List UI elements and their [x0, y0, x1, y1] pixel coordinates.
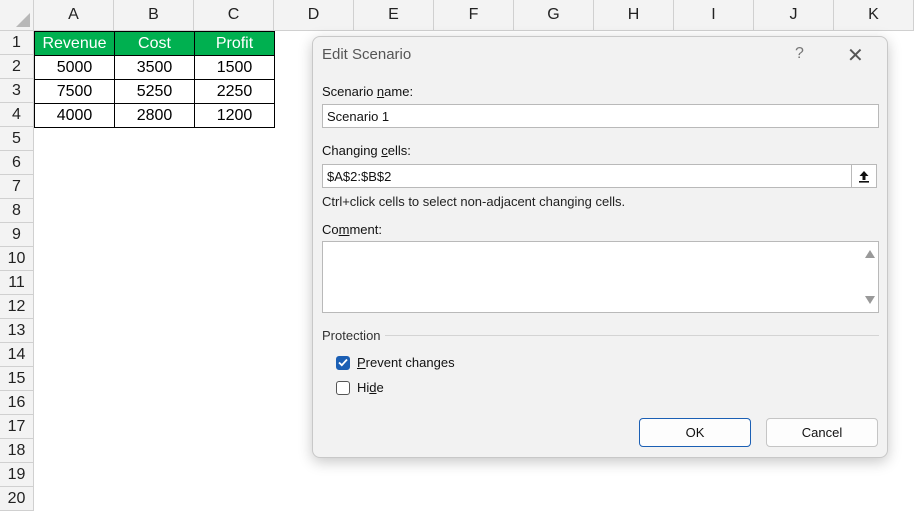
table-cell[interactable]: 2800: [114, 103, 195, 128]
table-cell[interactable]: 1500: [194, 55, 275, 80]
header-cell-profit[interactable]: Profit: [194, 31, 275, 56]
row-header-14[interactable]: 14: [0, 343, 34, 367]
comment-textarea[interactable]: [322, 241, 879, 313]
table-cell[interactable]: 1200: [194, 103, 275, 128]
table-cell[interactable]: 3500: [114, 55, 195, 80]
upload-arrow-icon: [859, 170, 869, 183]
comment-scrollbar[interactable]: [860, 242, 878, 312]
row-header-8[interactable]: 8: [0, 199, 34, 223]
column-header-g[interactable]: G: [514, 0, 594, 31]
changing-cells-hint: Ctrl+click cells to select non-adjacent …: [322, 194, 626, 209]
row-header-16[interactable]: 16: [0, 391, 34, 415]
hide-check-box[interactable]: [336, 380, 350, 395]
row-header-19[interactable]: 19: [0, 463, 34, 487]
row-header-5[interactable]: 5: [0, 127, 34, 151]
protection-section-label: Protection: [322, 328, 381, 343]
data-table: Revenue Cost Profit 5000 3500 1500 7500 …: [34, 31, 275, 128]
row-header-7[interactable]: 7: [0, 175, 34, 199]
table-cell[interactable]: 4000: [34, 103, 115, 128]
column-header-b[interactable]: B: [114, 0, 194, 31]
protection-divider: [385, 335, 879, 336]
row-header-1[interactable]: 1: [0, 31, 34, 55]
help-icon[interactable]: ?: [795, 45, 804, 63]
column-header-d[interactable]: D: [274, 0, 354, 31]
header-cell-revenue[interactable]: Revenue: [34, 31, 115, 56]
prevent-changes-label-accel: P: [357, 355, 366, 370]
table-row: 5000 3500 1500: [34, 55, 275, 80]
scenario-name-label-pre: Scenario: [322, 84, 377, 99]
column-header-i[interactable]: I: [674, 0, 754, 31]
scenario-name-label-post: ame:: [384, 84, 414, 99]
column-header-c[interactable]: C: [194, 0, 274, 31]
column-header-k[interactable]: K: [834, 0, 914, 31]
row-header-9[interactable]: 9: [0, 223, 34, 247]
table-cell[interactable]: 2250: [194, 79, 275, 104]
column-header-a[interactable]: A: [34, 0, 114, 31]
prevent-changes-checkbox[interactable]: Prevent changes: [336, 355, 455, 370]
table-header-row: Revenue Cost Profit: [34, 31, 275, 56]
table-cell[interactable]: 5250: [114, 79, 195, 104]
row-header-15[interactable]: 15: [0, 367, 34, 391]
hide-label-post: e: [376, 380, 384, 395]
row-header-12[interactable]: 12: [0, 295, 34, 319]
close-icon[interactable]: ✕: [847, 43, 864, 68]
table-row: 7500 5250 2250: [34, 79, 275, 104]
column-header-j[interactable]: J: [754, 0, 834, 31]
dialog-title: Edit Scenario: [322, 46, 412, 63]
prevent-changes-check-box[interactable]: [336, 355, 350, 370]
column-header-h[interactable]: H: [594, 0, 674, 31]
row-header-18[interactable]: 18: [0, 439, 34, 463]
comment-label-post: ment:: [349, 222, 382, 237]
row-header-17[interactable]: 17: [0, 415, 34, 439]
changing-cells-label-post: ells:: [387, 143, 411, 158]
collapse-dialog-button[interactable]: [851, 164, 877, 188]
table-cell[interactable]: 5000: [34, 55, 115, 80]
select-all-corner[interactable]: [0, 0, 34, 31]
column-header-e[interactable]: E: [354, 0, 434, 31]
row-header-3[interactable]: 3: [0, 79, 34, 103]
column-headers: ABCDEFGHIJK: [34, 0, 914, 31]
prevent-changes-label-post: revent changes: [365, 355, 455, 370]
edit-scenario-dialog: Edit Scenario ? ✕ Scenario name: Changin…: [312, 36, 888, 458]
hide-label-pre: Hi: [357, 380, 370, 395]
comment-label-pre: Co: [322, 222, 339, 237]
hide-label: Hide: [357, 380, 384, 395]
changing-cells-label-pre: Changing: [322, 143, 382, 158]
scenario-name-label: Scenario name:: [322, 84, 413, 99]
select-all-triangle-icon: [16, 13, 30, 27]
cancel-button[interactable]: Cancel: [766, 418, 878, 447]
table-cell[interactable]: 7500: [34, 79, 115, 104]
row-header-2[interactable]: 2: [0, 55, 34, 79]
comment-label-accel: m: [338, 222, 350, 237]
hide-checkbox[interactable]: Hide: [336, 380, 384, 395]
row-header-20[interactable]: 20: [0, 487, 34, 511]
prevent-changes-label: Prevent changes: [357, 355, 455, 370]
row-header-11[interactable]: 11: [0, 271, 34, 295]
row-header-13[interactable]: 13: [0, 319, 34, 343]
row-headers: 1 2 3 4 5 6 7 8 9 10 11 12 13 14 15 16 17 18 19 20: [0, 31, 34, 511]
row-header-4[interactable]: 4: [0, 103, 34, 127]
hide-label-accel: d: [369, 380, 377, 395]
scenario-name-input[interactable]: [322, 104, 879, 128]
scroll-up-icon[interactable]: [865, 250, 875, 258]
comment-label: Comment:: [322, 222, 382, 237]
checkmark-icon: [338, 358, 348, 367]
table-row: 4000 2800 1200: [34, 103, 275, 128]
row-header-10[interactable]: 10: [0, 247, 34, 271]
changing-cells-input[interactable]: [322, 164, 853, 188]
column-header-f[interactable]: F: [434, 0, 514, 31]
row-header-6[interactable]: 6: [0, 151, 34, 175]
header-cell-cost[interactable]: Cost: [114, 31, 195, 56]
ok-button[interactable]: OK: [639, 418, 751, 447]
scroll-down-icon[interactable]: [865, 296, 875, 304]
changing-cells-label: Changing cells:: [322, 143, 411, 158]
